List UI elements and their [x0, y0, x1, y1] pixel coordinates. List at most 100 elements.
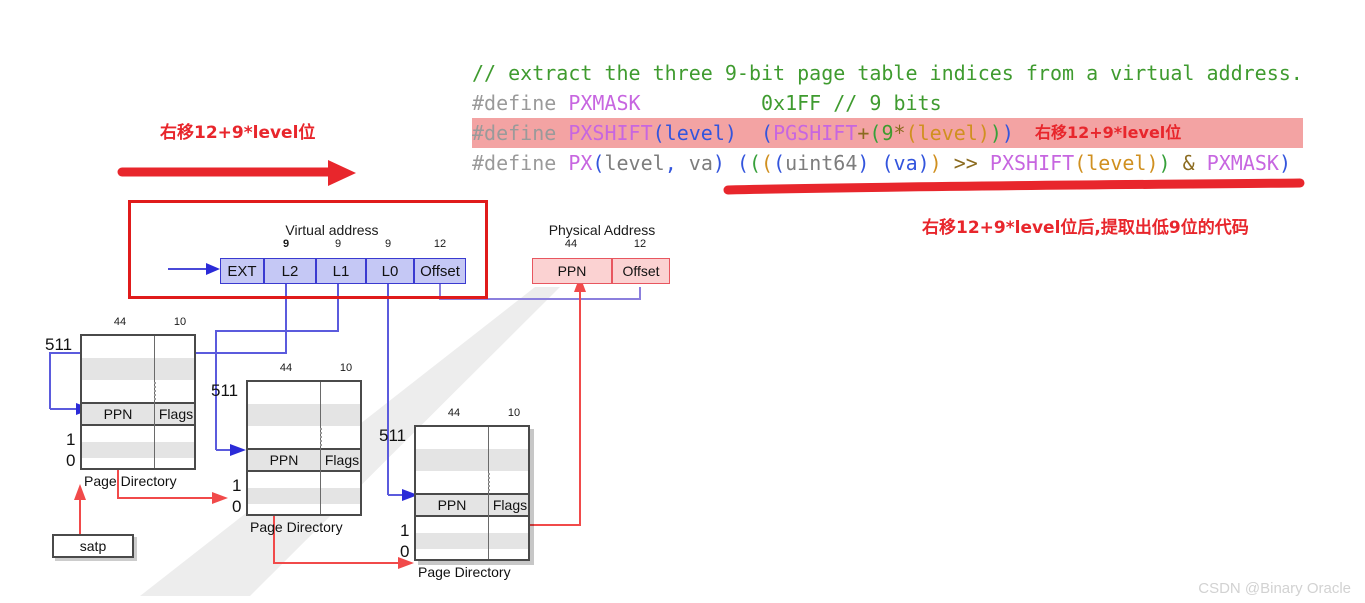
code-token: ( [761, 151, 774, 175]
code-line-1: #define PXMASK 0x1FF // 9 bits [472, 88, 1303, 118]
code-token: va [676, 151, 713, 175]
pd0-row [82, 426, 194, 442]
code-token: ( [652, 121, 665, 145]
va-bits-l0: 9 [384, 238, 392, 250]
red-underline [723, 178, 1305, 195]
pd2-index-top: 511 [379, 426, 407, 445]
code-token: ( [773, 151, 786, 175]
pd2-bits-left: 44 [447, 407, 461, 419]
annotation-left-shift: 右移12+9*level位 [160, 123, 316, 143]
pa-field-offset: Offset [612, 258, 670, 284]
code-token: PXMASK [568, 91, 641, 115]
pd0-bits-left: 44 [113, 316, 127, 328]
code-token: , [664, 151, 677, 175]
code-token: uint64 [785, 151, 858, 175]
pd0-caption: Page Directory [84, 473, 177, 489]
pd2-row [416, 427, 528, 449]
code-token: ( [905, 121, 918, 145]
code-token: #define [472, 151, 569, 175]
pd0-ellipsis [154, 382, 156, 400]
pd1-row [248, 504, 360, 518]
pd2-row [416, 449, 528, 471]
pd0-entry-ppn: PPN [103, 406, 133, 422]
pd1-row [248, 472, 360, 488]
pd2-row [416, 533, 528, 549]
code-snippet: // extract the three 9-bit page table in… [472, 58, 1303, 178]
code-token: #define [472, 91, 569, 115]
code-token: ) [1146, 151, 1159, 175]
code-token: // extract the three 9-bit page table in… [472, 61, 1303, 85]
code-line-0: // extract the three 9-bit page table in… [472, 58, 1303, 88]
code-token: 0x1FF [761, 91, 822, 115]
code-token: ) [989, 121, 1002, 145]
code-token: ) [929, 151, 942, 175]
code-token: level [917, 121, 978, 145]
pd0-bits-right: 10 [173, 316, 187, 328]
code-token: // 9 bits [833, 91, 942, 115]
pd1-index-top: 511 [211, 381, 239, 400]
code-token: + [857, 121, 870, 145]
code-token: ) [724, 121, 737, 145]
code-token: level [1086, 151, 1147, 175]
pa-field-ppn: PPN [532, 258, 612, 284]
pd1-entry-ppn: PPN [269, 452, 299, 468]
pd2-row [416, 549, 528, 563]
code-token: PXSHIFT [989, 151, 1075, 175]
code-token: ( [749, 151, 762, 175]
pd2-ellipsis [488, 473, 490, 491]
virtual-address-title: Virtual address [285, 222, 379, 238]
pd0-row [82, 336, 194, 358]
pd2-row [416, 517, 528, 533]
pd1-entry-flags: Flags [324, 452, 360, 468]
pd2-bits-right: 10 [507, 407, 521, 419]
pd0-row [82, 442, 194, 458]
pd1-table: PPN Flags [246, 380, 362, 516]
pd0-row [82, 380, 194, 402]
pd1-row [248, 426, 360, 448]
annotation-bottom-extract: 右移12+9*level位后,提取出低9位的代码 [922, 218, 1249, 238]
code-token: ) [1001, 121, 1014, 145]
pd0-entry-flags: Flags [158, 406, 194, 422]
annotation-code-shift: 右移12+9*level位 [1035, 123, 1182, 142]
physical-address-title: Physical Address [548, 222, 656, 238]
pd1-row [248, 382, 360, 404]
pd1-bits-right: 10 [339, 362, 353, 374]
pd0-index-1: 1 [66, 430, 76, 449]
va-bits-l1: 9 [334, 238, 342, 250]
va-field-offset: Offset [414, 258, 466, 284]
va-bits-l2: 9 [282, 238, 290, 250]
pd1-row [248, 404, 360, 426]
code-line-3: #define PX(level, va) ((((uint64) (va)) … [472, 148, 1303, 178]
pa-bits-offset: 12 [633, 238, 647, 250]
pd0-index-top: 511 [45, 335, 73, 354]
code-token: & [1182, 151, 1195, 175]
code-token: 9 [881, 121, 894, 145]
pa-bits-ppn: 44 [564, 238, 578, 250]
va-field-ext: EXT [220, 258, 264, 284]
pd0-row [82, 358, 194, 380]
code-token: ) [857, 151, 870, 175]
va-field-l2: L2 [264, 258, 316, 284]
pd0-row [82, 458, 194, 472]
satp-register-box: satp [52, 534, 134, 558]
code-token: >> [953, 151, 978, 175]
pd1-caption: Page Directory [250, 519, 343, 535]
code-token: ) [1278, 151, 1291, 175]
pd1-index-0: 0 [232, 497, 242, 516]
code-token: ) [712, 151, 725, 175]
csdn-watermark: CSDN @Binary Oracle [1198, 580, 1351, 597]
pd1-bits-left: 44 [279, 362, 293, 374]
va-field-l1: L1 [316, 258, 366, 284]
pd0-index-0: 0 [66, 451, 76, 470]
code-token: PXSHIFT [568, 121, 653, 145]
pd1-row [248, 488, 360, 504]
code-token: * [893, 121, 906, 145]
code-token: ( [592, 151, 605, 175]
pd1-index-1: 1 [232, 476, 242, 495]
pd2-caption: Page Directory [418, 564, 511, 580]
code-token: ) [917, 151, 930, 175]
